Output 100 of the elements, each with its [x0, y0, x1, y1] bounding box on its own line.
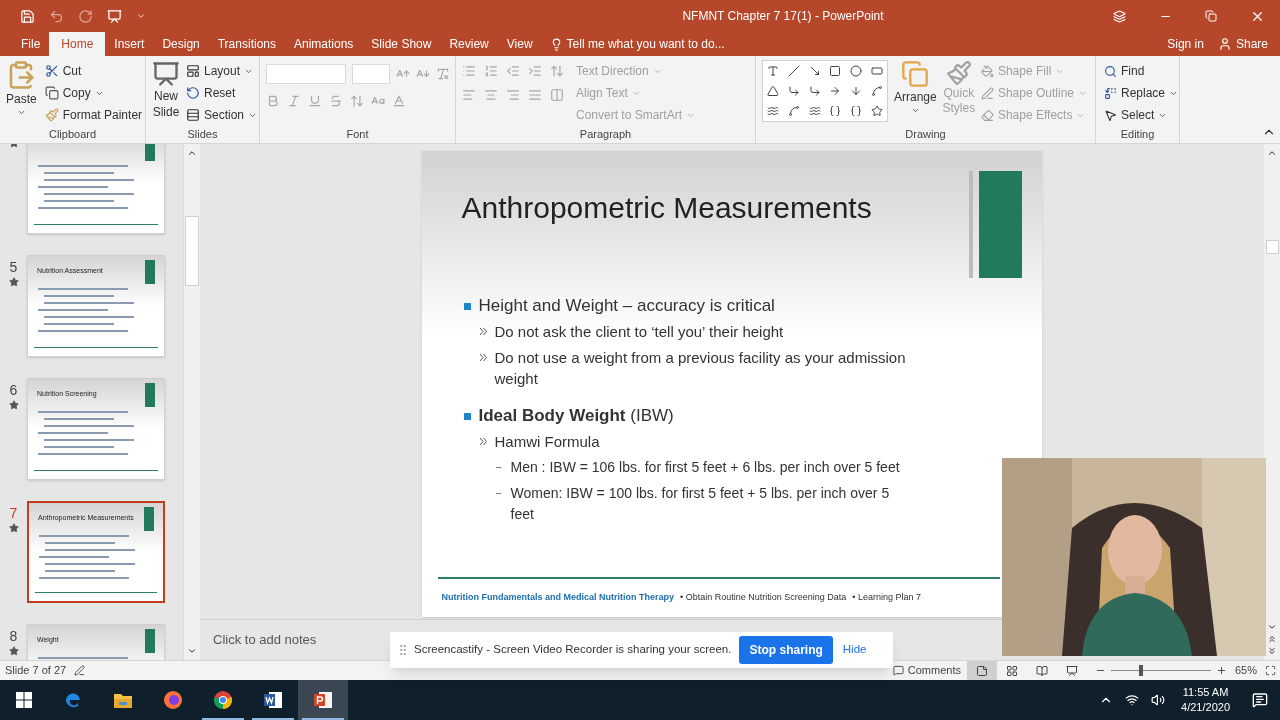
cut-button[interactable]: Cut [42, 60, 145, 82]
layout-button[interactable]: Layout [184, 60, 260, 82]
line-icon[interactable] [788, 65, 800, 77]
scroll-down-icon[interactable] [1267, 622, 1277, 632]
pen-icon [980, 86, 994, 100]
star-icon[interactable] [870, 105, 883, 117]
notes-edit-icon[interactable] [74, 665, 86, 676]
slide-number: 6 [9, 382, 18, 398]
zoom-slider[interactable] [1110, 664, 1211, 677]
previous-slide-icon[interactable] [1267, 634, 1277, 644]
stop-sharing-button[interactable]: Stop sharing [739, 636, 833, 664]
shapes-gallery[interactable] [762, 60, 888, 122]
taskbar-app-button[interactable] [298, 680, 348, 720]
bullet-square [463, 413, 471, 420]
share-button[interactable]: Share [1213, 32, 1280, 56]
scroll-up-icon[interactable] [187, 148, 197, 158]
triangle-icon[interactable] [767, 85, 780, 97]
arrange-button[interactable]: Arrange [894, 60, 937, 126]
slide-scrollbar[interactable] [1264, 144, 1280, 660]
zoom-in-icon[interactable] [1215, 665, 1227, 676]
font-size-field[interactable] [352, 64, 390, 84]
restore-icon[interactable] [1205, 10, 1217, 22]
ribbon-tab[interactable]: Home [49, 32, 106, 56]
ribbon-tab[interactable]: Slide Show [362, 32, 441, 56]
format-painter-button[interactable]: Format Painter [42, 104, 145, 126]
thumbnail-scrollbar[interactable] [183, 144, 200, 660]
connector-icon[interactable] [788, 85, 800, 97]
scroll-thumb[interactable] [1265, 240, 1279, 254]
bullet-square [463, 303, 471, 310]
slide-title: Anthropometric Measurements [461, 190, 873, 226]
bullet-text: Men : IBW = 106 lbs. for first 5 feet + 6 lbs. per inch over 5 feet [510, 458, 900, 477]
scroll-thumb[interactable] [185, 216, 199, 286]
slide-thumbnail[interactable] [27, 144, 165, 234]
section-button[interactable]: Section [184, 104, 260, 126]
arrow-icon[interactable] [808, 65, 821, 77]
replace-button[interactable]: Replace [1102, 82, 1181, 104]
volume-icon[interactable] [1151, 693, 1166, 707]
elbow-arrow-icon[interactable] [808, 85, 821, 97]
stacked-squares-icon [901, 60, 930, 88]
ribbon-tab[interactable]: File [12, 32, 50, 56]
footer-text: • Learning Plan 7 [852, 591, 921, 605]
scribble-icon[interactable] [767, 105, 780, 117]
new-slide-button[interactable]: New Slide [152, 60, 180, 126]
person-icon [1217, 37, 1232, 51]
font-name-field[interactable] [266, 64, 346, 84]
bullet-text: Height and Weight – accuracy is critical [478, 295, 775, 316]
network-icon[interactable] [1125, 693, 1140, 707]
paste-button[interactable]: Paste [6, 60, 37, 126]
notifications-icon[interactable] [1252, 692, 1268, 708]
right-arrow-icon[interactable] [829, 85, 842, 97]
hide-link[interactable]: Hide [842, 641, 867, 659]
tell-me-field[interactable]: Tell me what you want to do... [541, 32, 733, 56]
clock[interactable]: 11:55 AM 4/21/2020 [1171, 685, 1240, 715]
ribbon-tab[interactable]: Transitions [208, 32, 285, 56]
replace-icon [1104, 86, 1117, 100]
oval-icon[interactable] [850, 65, 862, 77]
reset-icon [186, 86, 200, 100]
fit-to-window-icon[interactable] [1265, 665, 1276, 676]
slide-canvas[interactable] [421, 151, 1042, 617]
customize-icon[interactable] [136, 11, 146, 21]
group-label: Editing [1120, 127, 1155, 143]
rounded-rectangle-icon[interactable] [870, 65, 883, 77]
ribbon-tab[interactable]: Insert [105, 32, 154, 56]
window-title: NFMNT Chapter 7 17(1) - PowerPoint [682, 8, 884, 25]
comments-button[interactable]: Comments [886, 662, 967, 679]
group-label: Drawing [905, 127, 946, 143]
bullet-text: Do not use a weight from a previous facility as your admission weight [494, 348, 907, 389]
scroll-up-icon[interactable] [1267, 148, 1277, 158]
footer-text: • Obtain Routine Nutrition Screening Data [680, 591, 847, 605]
view-button[interactable] [966, 660, 997, 681]
zoom-level[interactable]: 65% [1226, 662, 1265, 679]
group-label: Font [346, 126, 369, 142]
select-button[interactable]: Select [1102, 104, 1181, 126]
reset-button[interactable]: Reset [184, 82, 260, 104]
folder-icon [113, 691, 133, 709]
freeform-icon[interactable] [870, 85, 883, 97]
wave-icon[interactable] [808, 105, 821, 117]
ribbon-tab[interactable]: View [497, 32, 542, 56]
copy-button[interactable]: Copy [42, 82, 145, 104]
ribbon-tab[interactable]: Animations [285, 32, 363, 56]
ribbon-tab[interactable]: Review [440, 32, 498, 56]
find-button[interactable]: Find [1102, 60, 1181, 82]
save-icon[interactable] [20, 8, 35, 24]
ribbon-tab[interactable]: Design [153, 32, 209, 56]
rectangle-icon[interactable] [829, 65, 842, 77]
accent-bar [144, 507, 154, 531]
group-label: Clipboard [48, 127, 97, 143]
down-arrow-icon[interactable] [850, 85, 862, 97]
section-icon [186, 108, 200, 122]
scroll-down-icon[interactable] [187, 646, 197, 656]
ribbon-options-icon[interactable] [1112, 9, 1126, 23]
font-color-icon[interactable] [392, 94, 406, 108]
curve-icon[interactable] [788, 105, 800, 117]
notes-placeholder[interactable]: Click to add notes [213, 630, 317, 650]
brace-icon[interactable] [829, 105, 842, 117]
windows-start-icon[interactable] [16, 692, 32, 708]
next-slide-icon[interactable] [1267, 646, 1277, 656]
sign-in-link[interactable]: Sign in [1157, 32, 1214, 56]
text-box-icon[interactable] [767, 65, 780, 77]
presentation-icon[interactable] [107, 8, 122, 24]
